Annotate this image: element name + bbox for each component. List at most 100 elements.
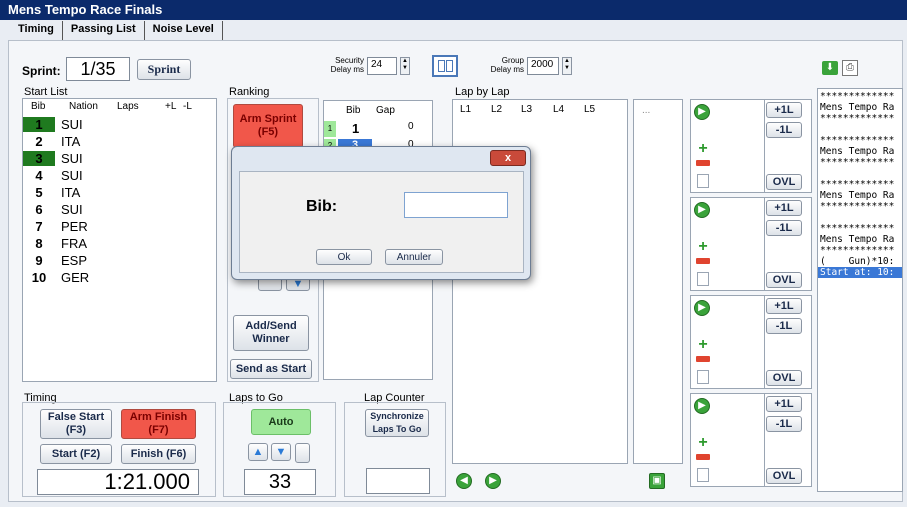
bib-cell: 7: [35, 219, 43, 234]
log-line: Mens Tempo Ra: [820, 102, 895, 113]
layout-toggle-icon[interactable]: [432, 55, 458, 77]
minus-icon[interactable]: [696, 258, 710, 264]
minus-icon[interactable]: [696, 356, 710, 362]
lap-control-block: ▶ + +1L -1L OVL: [690, 295, 812, 389]
tab-passing-list[interactable]: Passing List: [62, 21, 145, 41]
play-icon[interactable]: ▶: [694, 202, 710, 218]
overlap-button[interactable]: OVL: [766, 272, 802, 288]
plus-icon[interactable]: +: [696, 337, 710, 353]
plus-icon[interactable]: +: [696, 435, 710, 451]
ranking-title: Ranking: [229, 86, 270, 98]
plus-icon[interactable]: +: [696, 239, 710, 255]
next-icon[interactable]: ▶: [485, 473, 501, 489]
start-list-row[interactable]: 9 ESP: [23, 253, 216, 269]
start-list-row[interactable]: 6 SUI: [23, 202, 216, 218]
add-send-winner-button[interactable]: Add/Send Winner: [233, 315, 309, 351]
event-log-selected[interactable]: Start at: 10:: [818, 267, 902, 278]
print-icon[interactable]: ⎙: [842, 60, 858, 76]
sprint-button[interactable]: Sprint: [137, 59, 191, 80]
log-line: *************: [820, 179, 895, 190]
nation-cell: SUI: [61, 168, 83, 183]
window-title: Mens Tempo Race Finals: [0, 0, 907, 20]
nation-cell: SUI: [61, 202, 83, 217]
laps-to-go-display: 33: [244, 469, 316, 495]
play-icon[interactable]: ▶: [694, 104, 710, 120]
start-list-row[interactable]: 2 ITA: [23, 134, 216, 150]
arm-finish-button[interactable]: Arm Finish (F7): [121, 409, 196, 439]
minus-one-lap-button[interactable]: -1L: [766, 122, 802, 138]
overlap-button[interactable]: OVL: [766, 370, 802, 386]
page-icon[interactable]: [697, 174, 709, 188]
ok-button[interactable]: Ok: [316, 249, 372, 265]
previous-icon[interactable]: ◀: [456, 473, 472, 489]
send-as-start-button[interactable]: Send as Start: [230, 359, 312, 379]
tab-timing[interactable]: Timing: [10, 21, 63, 41]
arrow-down-icon: ▼: [275, 445, 287, 458]
laps-down-button[interactable]: ▼: [271, 443, 291, 461]
synchronize-laps-button[interactable]: Synchronize Laps To Go: [365, 409, 429, 437]
lap-counter-display: [366, 468, 430, 494]
start-list-row[interactable]: 3 SUI: [23, 151, 216, 167]
plus-one-lap-button[interactable]: +1L: [766, 298, 802, 314]
page-icon[interactable]: [697, 370, 709, 384]
play-icon[interactable]: ▶: [694, 300, 710, 316]
play-icon[interactable]: ▶: [694, 398, 710, 414]
sprint-label: Sprint:: [22, 64, 61, 78]
minus-icon[interactable]: [696, 160, 710, 166]
start-list-row[interactable]: 4 SUI: [23, 168, 216, 184]
nation-cell: GER: [61, 270, 90, 285]
security-delay-spinner[interactable]: ▲ ▼: [400, 57, 410, 75]
plus-one-lap-button[interactable]: +1L: [766, 396, 802, 412]
start-list-row[interactable]: 8 FRA: [23, 236, 216, 252]
log-line: *************: [820, 245, 895, 256]
start-list-row[interactable]: 1 SUI: [23, 117, 216, 133]
nation-cell: ESP: [61, 253, 88, 268]
log-line: *************: [820, 157, 895, 168]
close-icon[interactable]: x: [490, 150, 526, 166]
security-delay-input[interactable]: 24: [367, 57, 397, 75]
laps-blank-button[interactable]: [295, 443, 310, 463]
save-icon[interactable]: ▣: [649, 473, 665, 489]
nation-cell: SUI: [61, 151, 83, 166]
download-icon[interactable]: ⬇: [822, 61, 838, 75]
finish-button[interactable]: Finish (F6): [121, 444, 196, 464]
lap-by-lap-title: Lap by Lap: [455, 86, 510, 98]
nation-cell: ITA: [61, 185, 81, 200]
group-delay-input[interactable]: 2000: [527, 57, 559, 75]
minus-one-lap-button[interactable]: -1L: [766, 416, 802, 432]
minus-one-lap-button[interactable]: -1L: [766, 318, 802, 334]
bib-input[interactable]: [404, 192, 508, 218]
cancel-button[interactable]: Annuler: [385, 249, 443, 265]
lap-control-block: ▶ + +1L -1L OVL: [690, 197, 812, 291]
plus-icon[interactable]: +: [696, 141, 710, 157]
overlap-button[interactable]: OVL: [766, 468, 802, 484]
event-log: ************* Mens Tempo Ra ************* *…: [818, 89, 902, 267]
minus-icon[interactable]: [696, 454, 710, 460]
laps-up-button[interactable]: ▲: [248, 443, 268, 461]
auto-button[interactable]: Auto: [251, 409, 311, 435]
event-log-panel: ************* Mens Tempo Ra ************* *…: [817, 88, 903, 492]
arm-sprint-button[interactable]: Arm Sprint (F5): [233, 104, 303, 148]
page-icon[interactable]: [697, 272, 709, 286]
lap-overflow-panel: ...: [633, 99, 683, 464]
log-line: *************: [820, 223, 895, 234]
tab-bar: Timing Passing List Noise Level: [10, 21, 223, 41]
start-list-row[interactable]: 5 ITA: [23, 185, 216, 201]
start-list-row[interactable]: 10 GER: [23, 270, 216, 286]
ranking-row[interactable]: 1 1 0: [324, 121, 417, 137]
start-button[interactable]: Start (F2): [40, 444, 112, 464]
plus-one-lap-button[interactable]: +1L: [766, 102, 802, 118]
minus-one-lap-button[interactable]: -1L: [766, 220, 802, 236]
bib-cell: 3: [23, 151, 55, 166]
plus-one-lap-button[interactable]: +1L: [766, 200, 802, 216]
bib-cell: 2: [35, 134, 43, 149]
tab-noise-level[interactable]: Noise Level: [144, 21, 223, 41]
overlap-button[interactable]: OVL: [766, 174, 802, 190]
false-start-button[interactable]: False Start (F3): [40, 409, 112, 439]
page-icon[interactable]: [697, 468, 709, 482]
start-list-row[interactable]: 7 PER: [23, 219, 216, 235]
log-line: *************: [820, 113, 895, 124]
group-delay-spinner[interactable]: ▲ ▼: [562, 57, 572, 75]
